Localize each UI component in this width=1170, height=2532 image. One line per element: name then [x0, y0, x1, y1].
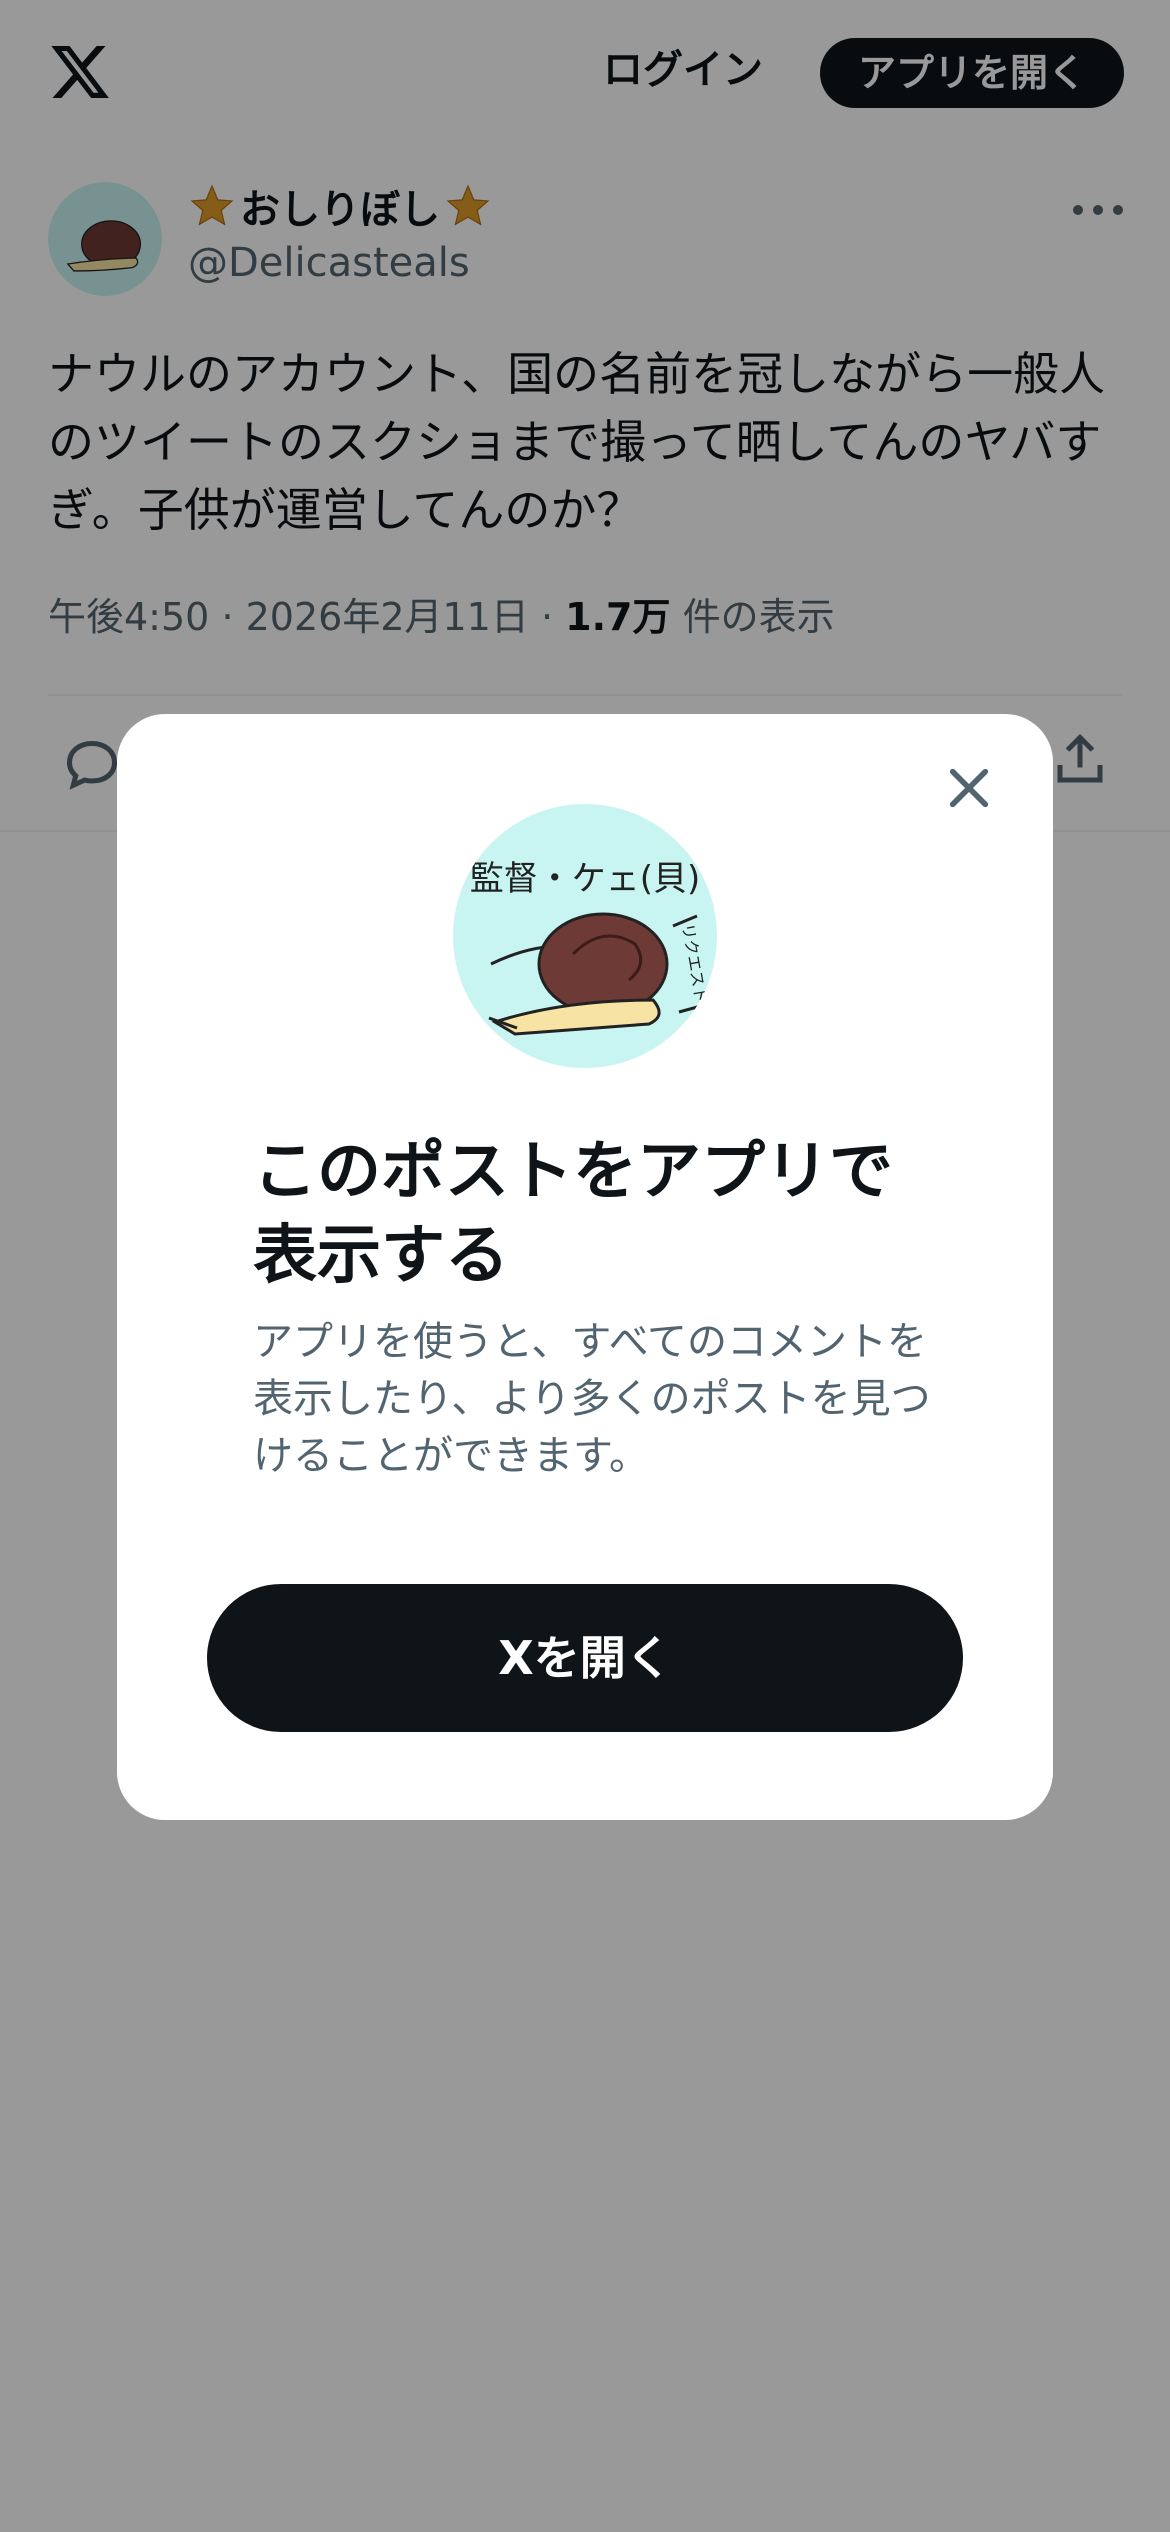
- dialog-title: このポストをアプリで表示する: [253, 1135, 893, 1293]
- avatar: 監督・ケェ(貝) リクエスト: [453, 804, 717, 1068]
- dialog-description: アプリを使うと、すべてのコメントを表示したり、より多くのポストを見つけることがで…: [253, 1319, 931, 1479]
- open-x-button[interactable]: Xを開く: [207, 1584, 963, 1732]
- close-icon[interactable]: [941, 760, 997, 816]
- open-in-app-dialog: 監督・ケェ(貝) リクエスト このポストをアプリで表示する アプリを使うと、すべ…: [117, 714, 1053, 1820]
- avatar-caption: 監督・ケェ(貝): [470, 859, 701, 899]
